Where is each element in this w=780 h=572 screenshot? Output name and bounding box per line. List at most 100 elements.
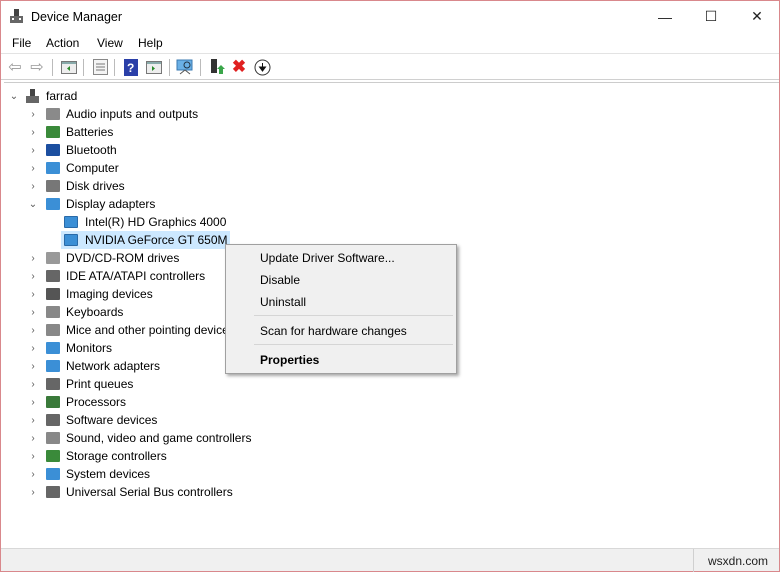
usb-icon [46,486,60,498]
menu-separator [254,344,453,345]
chevron-right-icon[interactable]: › [28,159,38,177]
show-hide-console-tree-icon[interactable] [60,58,78,76]
software-icon [46,414,60,426]
tree-category[interactable]: › System devices [4,465,264,483]
menu-bar: File Action View Help [1,32,779,54]
menu-uninstall[interactable]: Uninstall [228,291,454,311]
chevron-right-icon[interactable]: › [28,483,38,501]
chevron-right-icon[interactable]: › [28,339,38,357]
chevron-right-icon[interactable]: › [28,141,38,159]
tree-root[interactable]: ⌄ farrad [4,87,204,105]
menu-properties[interactable]: Properties [228,349,454,369]
battery-icon [46,126,60,138]
category-label: Display adapters [66,197,156,211]
minimize-button[interactable]: — [642,1,688,32]
back-icon[interactable]: ⇦ [6,58,24,76]
toolbar-separator [169,59,170,76]
tree-category[interactable]: › Bluetooth [4,141,264,159]
chevron-down-icon[interactable]: ⌄ [9,87,19,105]
display-adapter-icon [64,216,78,228]
tree-category[interactable]: › Processors [4,393,264,411]
toolbar: ⇦ ⇨ ? ✖ [1,55,779,80]
context-menu: Update Driver Software... Disable Uninst… [225,244,457,374]
tree-category[interactable]: › Universal Serial Bus controllers [4,483,264,501]
chevron-right-icon[interactable]: › [28,249,38,267]
category-label: Imaging devices [66,287,153,301]
close-button[interactable]: ✕ [734,1,780,32]
tree-category[interactable]: › Batteries [4,123,264,141]
disable-icon[interactable] [253,58,271,76]
category-label: Network adapters [66,359,161,373]
chevron-right-icon[interactable]: › [28,411,38,429]
root-label: farrad [46,89,78,103]
status-bar: wsxdn.com [1,548,779,572]
menu-view[interactable]: View [97,36,123,50]
chevron-right-icon[interactable]: › [28,285,38,303]
dvd-icon [46,252,60,264]
chevron-right-icon[interactable]: › [28,465,38,483]
menu-file[interactable]: File [12,36,31,50]
toolbar-separator [83,59,84,76]
mouse-icon [46,324,60,336]
uninstall-icon[interactable]: ✖ [230,57,248,76]
tree-category[interactable]: › Disk drives [4,177,264,195]
chevron-right-icon[interactable]: › [28,177,38,195]
display-icon [46,198,60,210]
category-label: Software devices [66,413,158,427]
chevron-right-icon[interactable]: › [28,321,38,339]
storage-icon [46,450,60,462]
category-label: IDE ATA/ATAPI controllers [66,269,206,283]
printer-icon [46,378,60,390]
chevron-right-icon[interactable]: › [28,393,38,411]
tree-category[interactable]: ⌄ Display adapters [4,195,264,213]
category-label: Monitors [66,341,113,355]
menu-action[interactable]: Action [46,36,79,50]
properties-icon[interactable] [91,58,109,76]
tree-category[interactable]: › Audio inputs and outputs [4,105,264,123]
tree-device[interactable]: NVIDIA GeForce GT 650M [61,231,230,249]
category-label: Processors [66,395,127,409]
action-pane-icon[interactable] [145,58,163,76]
scan-hardware-icon[interactable] [176,58,194,76]
tree-category[interactable]: › Sound, video and game controllers [4,429,264,447]
chevron-right-icon[interactable]: › [28,105,38,123]
chevron-right-icon[interactable]: › [28,123,38,141]
tree-category[interactable]: › Computer [4,159,264,177]
monitor-icon [46,342,60,354]
toolbar-separator [114,59,115,76]
help-icon[interactable]: ? [122,58,140,76]
category-label: Disk drives [66,179,125,193]
menu-separator [254,315,453,316]
update-driver-icon[interactable] [208,58,226,76]
menu-scan-hardware[interactable]: Scan for hardware changes [228,320,454,340]
chevron-down-icon[interactable]: ⌄ [28,195,38,213]
category-label: System devices [66,467,151,481]
toolbar-separator [52,59,53,76]
chevron-right-icon[interactable]: › [28,303,38,321]
chevron-right-icon[interactable]: › [28,375,38,393]
tree-category[interactable]: › Software devices [4,411,264,429]
chevron-right-icon[interactable]: › [28,429,38,447]
tree-device[interactable]: Intel(R) HD Graphics 4000 [61,213,226,231]
device-label: NVIDIA GeForce GT 650M [85,233,228,247]
category-label: Sound, video and game controllers [66,431,252,445]
category-label: Mice and other pointing devices [66,323,235,337]
svg-text:?: ? [127,61,134,75]
chevron-right-icon[interactable]: › [28,447,38,465]
chevron-right-icon[interactable]: › [28,357,38,375]
chevron-right-icon[interactable]: › [28,267,38,285]
tree-category[interactable]: › Print queues [4,375,264,393]
forward-icon[interactable]: ⇨ [28,58,46,76]
maximize-button[interactable]: ☐ [688,1,734,32]
menu-disable[interactable]: Disable [228,269,454,289]
tree-category[interactable]: › Storage controllers [4,447,264,465]
menu-update-driver[interactable]: Update Driver Software... [228,247,454,267]
category-label: Audio inputs and outputs [66,107,199,121]
device-manager-window: Device Manager — ☐ ✕ File Action View He… [0,0,780,572]
menu-help[interactable]: Help [138,36,163,50]
camera-icon [46,288,60,300]
device-label: Intel(R) HD Graphics 4000 [85,215,227,229]
category-label: Bluetooth [66,143,117,157]
category-label: Keyboards [66,305,124,319]
sound-icon [46,432,60,444]
